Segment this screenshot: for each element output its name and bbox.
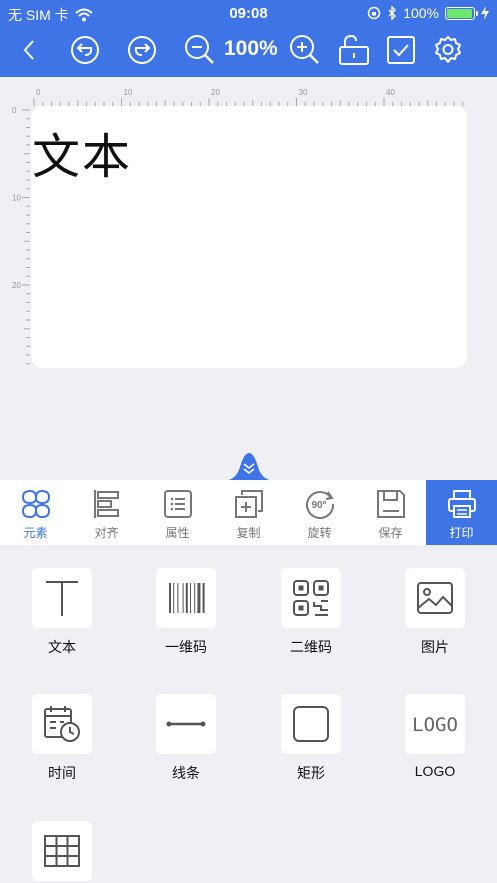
tab-label: 旋转 <box>307 526 332 540</box>
ruler-label: 0 <box>36 88 41 97</box>
status-bar: 无 SIM 卡 09:08 100% <box>0 0 497 26</box>
chevron-double-down-icon <box>222 453 276 481</box>
battery-icon <box>445 6 478 20</box>
properties-icon <box>163 490 192 518</box>
zoom-out-button[interactable] <box>184 34 216 66</box>
rectangle-icon <box>293 706 329 742</box>
tab-label: 打印 <box>449 526 474 540</box>
zoom-out-icon <box>185 35 214 64</box>
barcode-bar <box>177 583 179 613</box>
redo-icon <box>128 36 156 64</box>
battery-percent: 100% <box>403 5 439 21</box>
bottom-tab-bar: 元素 对齐 属性 复制 90° 旋转 保存 打印 <box>0 480 497 545</box>
qrcode-icon <box>293 580 329 616</box>
element-table[interactable]: 表格 <box>22 821 102 883</box>
element-image[interactable]: 图片 <box>395 568 475 657</box>
lock-button[interactable] <box>337 34 371 66</box>
logo-icon: LOGO <box>413 714 457 736</box>
checkbox-icon <box>387 36 415 64</box>
element-time[interactable]: 时间 <box>22 694 102 783</box>
save-icon <box>376 490 405 518</box>
element-text[interactable]: 文本 <box>22 568 102 657</box>
element-line[interactable]: 线条 <box>146 694 226 783</box>
tab-copy[interactable]: 复制 <box>213 480 284 545</box>
element-label: 文本 <box>48 639 76 655</box>
element-label: LOGO <box>414 763 456 779</box>
tab-label: 属性 <box>165 526 190 540</box>
elements-icon <box>21 489 50 519</box>
element-qrcode[interactable]: 二维码 <box>271 568 351 657</box>
element-barcode[interactable]: 一维码 <box>146 568 226 657</box>
element-grid: 文本 一维码 二维码 图片 时间 线条 矩形 LOGO LOGO <box>0 545 497 883</box>
ruler-label: 20 <box>12 281 21 290</box>
undo-button[interactable] <box>69 34 101 66</box>
tab-label: 保存 <box>378 526 403 540</box>
ruler-label: 0 <box>12 106 17 115</box>
line-icon <box>166 721 206 727</box>
tab-print[interactable]: 打印 <box>426 480 497 545</box>
settings-button[interactable] <box>433 34 463 66</box>
rotate-90-icon: 90° <box>305 491 334 519</box>
tab-properties[interactable]: 属性 <box>142 480 213 545</box>
element-label: 二维码 <box>290 639 332 655</box>
tab-label: 复制 <box>236 526 261 540</box>
barcode-bar <box>173 583 175 613</box>
collapse-panel-button[interactable] <box>222 451 276 481</box>
copy-icon <box>234 490 263 518</box>
svg-text:LOGO: LOGO <box>413 714 457 736</box>
element-label: 时间 <box>48 765 76 781</box>
tab-save[interactable]: 保存 <box>355 480 426 545</box>
printer-icon <box>447 490 476 518</box>
horizontal-ruler: 0 10 20 30 40 <box>33 88 464 106</box>
select-button[interactable] <box>386 34 416 66</box>
zoom-in-icon <box>290 35 319 64</box>
barcode-bar <box>197 583 201 613</box>
element-label: 矩形 <box>297 765 325 781</box>
barcode-bar <box>182 583 184 613</box>
table-icon <box>44 835 80 867</box>
settings-icon <box>435 36 461 63</box>
element-label: 一维码 <box>165 639 207 655</box>
ruler-label: 10 <box>124 88 133 97</box>
element-logo[interactable]: LOGO LOGO <box>395 694 475 779</box>
element-rectangle[interactable]: 矩形 <box>271 694 351 783</box>
label-text-element[interactable]: 文本 <box>32 117 132 187</box>
barcode-bar <box>169 583 171 613</box>
orientation-lock-icon <box>367 6 381 20</box>
calendar-clock-icon <box>44 706 80 742</box>
barcode-bar <box>185 583 188 613</box>
ruler-label: 40 <box>386 88 395 97</box>
back-icon <box>23 40 34 60</box>
tab-elements[interactable]: 元素 <box>0 480 71 545</box>
vertical-ruler: 0 10 20 <box>12 106 30 365</box>
text-icon <box>46 581 78 616</box>
barcode-bar <box>202 583 205 613</box>
align-icon <box>93 490 119 518</box>
charging-icon <box>481 6 489 20</box>
barcode-bar <box>190 583 191 613</box>
zoom-level: 100% <box>224 37 278 60</box>
svg-text:90°: 90° <box>311 500 326 511</box>
undo-icon <box>71 36 99 64</box>
ruler-label: 30 <box>299 88 308 97</box>
zoom-in-button[interactable] <box>289 34 321 66</box>
barcode-bar <box>194 583 196 613</box>
tab-label: 对齐 <box>94 526 119 540</box>
bluetooth-icon <box>388 6 397 20</box>
tab-align[interactable]: 对齐 <box>71 480 142 545</box>
barcode-icon <box>169 583 205 613</box>
element-label: 线条 <box>172 765 200 781</box>
tab-label: 元素 <box>23 526 48 540</box>
element-label: 图片 <box>421 639 449 655</box>
unlock-icon <box>339 34 369 65</box>
ruler-label: 20 <box>211 88 220 97</box>
top-bar: 无 SIM 卡 09:08 100% 100% <box>0 0 497 77</box>
tab-rotate[interactable]: 90° 旋转 <box>284 480 355 545</box>
image-icon <box>417 582 453 614</box>
back-button[interactable] <box>18 34 40 66</box>
redo-button[interactable] <box>126 34 158 66</box>
ruler-label: 10 <box>12 194 21 203</box>
